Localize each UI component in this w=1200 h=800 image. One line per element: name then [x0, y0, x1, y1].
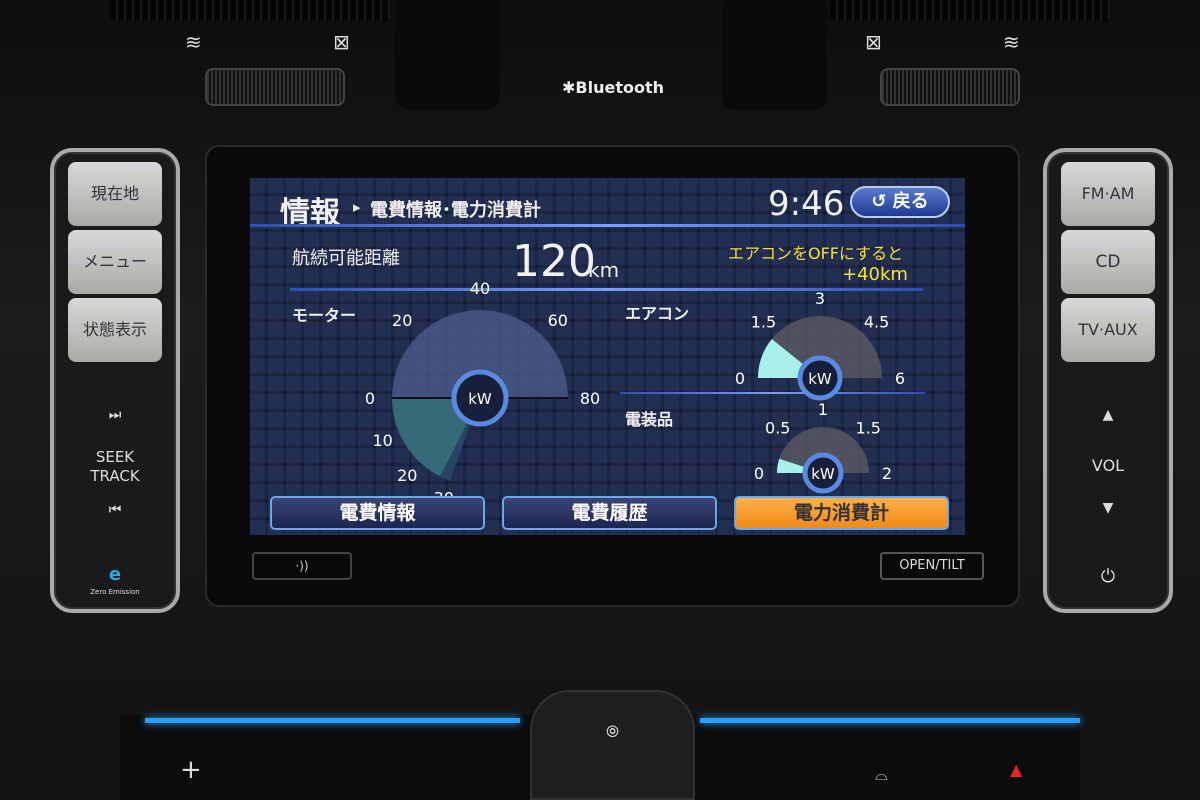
climate-panel: + ⦾ ⌓ ▲ — [120, 690, 1080, 800]
electrical-tick-label: 1.5 — [856, 419, 881, 438]
electrical-tick-label: 1 — [818, 400, 828, 419]
hazard-button[interactable]: ▲ — [1010, 760, 1022, 779]
motor-regen-tick-label: 10 — [372, 431, 392, 450]
seek-forward-button[interactable]: ⏭ — [54, 407, 176, 423]
electrical-tick-label: 0 — [754, 464, 764, 483]
bluetooth-label: Bluetooth — [575, 78, 664, 97]
voice-button[interactable]: ·)) — [252, 552, 352, 580]
vent-close-icon: ⊠ — [865, 30, 882, 54]
tab-efficiency-info[interactable]: 電費情報 — [270, 496, 485, 530]
cd-button[interactable]: CD — [1061, 230, 1155, 294]
vent-open-icon: ≋ — [1003, 30, 1020, 54]
menu-button[interactable]: メニュー — [68, 230, 162, 294]
temp-up-button[interactable]: + — [180, 755, 202, 785]
seek-back-button[interactable]: ⏮ — [54, 502, 176, 518]
left-air-vent — [110, 0, 390, 22]
aircon-tick-label: 1.5 — [751, 312, 776, 331]
seek-label: SEEK — [95, 448, 135, 466]
motor-tick-label: 0 — [365, 389, 375, 408]
status-button[interactable]: 状態表示 — [68, 298, 162, 362]
right-control-panel: FM·AM CD TV·AUX ▲ VOL ▼ ⏻ — [1043, 148, 1173, 613]
vent-wheel-right[interactable] — [880, 68, 1020, 106]
aircon-unit: kW — [808, 370, 832, 388]
volume-up-button[interactable]: ▲ — [1047, 407, 1169, 423]
tab-efficiency-history[interactable]: 電費履歴 — [502, 496, 717, 530]
vent-slider-right[interactable] — [722, 0, 827, 110]
aircon-tick-label: 4.5 — [864, 312, 889, 331]
open-tilt-button[interactable]: OPEN/TILT — [880, 552, 984, 580]
aircon-tick-label: 0 — [735, 369, 745, 388]
volume-down-button[interactable]: ▼ — [1047, 500, 1169, 516]
motor-tick-label: 80 — [580, 389, 600, 408]
defrost-button[interactable]: ⌓ — [875, 765, 888, 785]
vent-wheel-left[interactable] — [205, 68, 345, 106]
motor-tick-label: 20 — [392, 311, 412, 330]
electrical-unit: kW — [811, 465, 835, 483]
vent-slider-left[interactable] — [395, 0, 500, 110]
motor-tick-label: 60 — [548, 311, 568, 330]
track-label: TRACK — [90, 467, 140, 485]
current-location-button[interactable]: 現在地 — [68, 162, 162, 226]
gauges: kW020406080102030kW01.534.56kW00.511.52 — [365, 279, 905, 508]
nav-screen: 情報 ▸ 電費情報･電力消費計 9:46 ↺ 戻る 航続可能距離 120 km … — [250, 178, 965, 535]
left-control-panel: 現在地 メニュー 状態表示 ⏭ SEEK TRACK ⏮ e Zero Emis… — [50, 148, 180, 613]
fm-am-button[interactable]: FM·AM — [1061, 162, 1155, 226]
bluetooth-logo: ✱Bluetooth — [562, 78, 664, 97]
zero-emission-logo-icon: e — [108, 564, 122, 585]
power-button[interactable]: ⏻ — [1047, 566, 1169, 587]
electrical-tick-label: 0.5 — [765, 419, 790, 438]
electrical-tick-label: 2 — [882, 464, 892, 483]
motor-unit: kW — [468, 390, 492, 408]
vol-label: VOL — [1091, 456, 1125, 475]
fan-button[interactable]: ⦾ — [530, 690, 695, 800]
aircon-tick-label: 6 — [895, 369, 905, 388]
tab-power-meter[interactable]: 電力消費計 — [734, 496, 949, 530]
zero-emission-label: Zero Emission — [90, 588, 140, 596]
blue-light-strip — [700, 718, 1080, 723]
aircon-tick-label: 3 — [815, 289, 825, 308]
tv-aux-button[interactable]: TV·AUX — [1061, 298, 1155, 362]
vent-open-icon: ≋ — [185, 30, 202, 54]
motor-regen-tick-label: 20 — [397, 466, 417, 485]
blue-light-strip — [145, 718, 520, 723]
right-air-vent — [830, 0, 1110, 22]
motor-tick-label: 40 — [470, 279, 490, 298]
vent-close-icon: ⊠ — [333, 30, 350, 54]
